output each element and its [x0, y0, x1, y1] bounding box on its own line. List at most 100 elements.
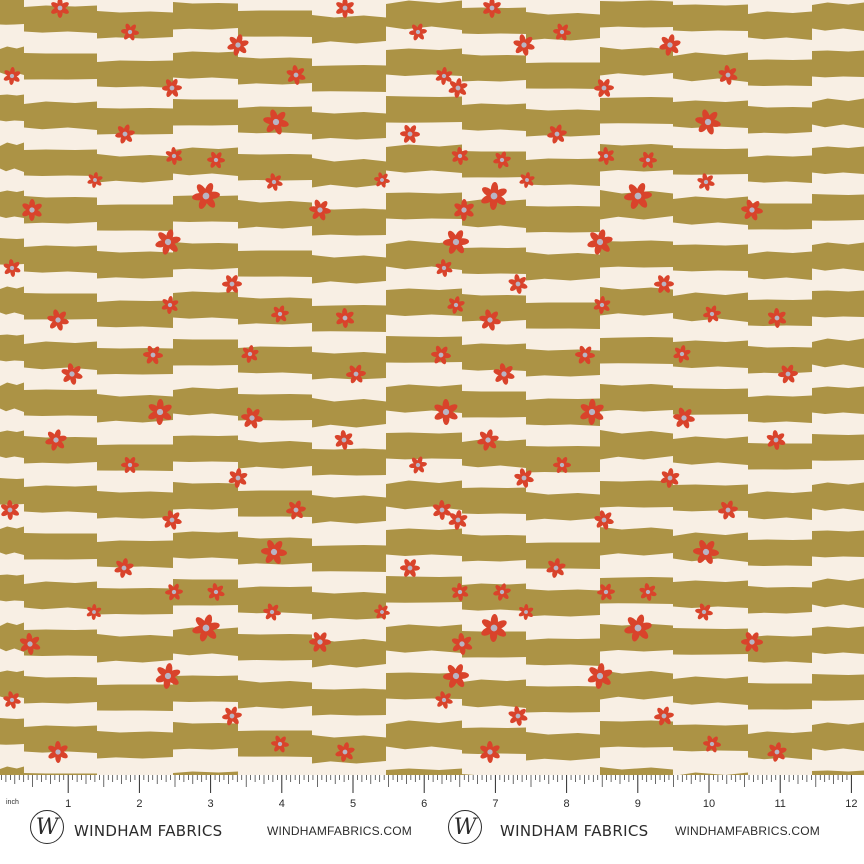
stripe-block: [312, 688, 386, 716]
ruler-number: 2: [136, 798, 143, 810]
stripe-block: [97, 588, 173, 615]
stripe-block: [173, 435, 238, 462]
stripe-block: [24, 341, 97, 370]
stripe-block: [173, 291, 238, 319]
stripe-block: [97, 731, 173, 759]
stripe-block: [600, 97, 673, 124]
stripe-block: [526, 252, 600, 281]
stripe-block: [386, 96, 462, 123]
stripe-block: [173, 242, 238, 270]
stripe-block: [238, 10, 312, 37]
stripe-block: [0, 622, 24, 652]
stripe-block: [462, 54, 526, 82]
stripe-block: [462, 679, 526, 708]
stripe-block: [600, 240, 673, 268]
stripe-block: [673, 388, 748, 415]
stripe-block: [386, 336, 462, 363]
stripe-block: [673, 580, 748, 608]
stripe-block: [462, 343, 526, 371]
stripe-block: [24, 676, 97, 704]
stripe-block: [748, 59, 812, 86]
stripe-block: [386, 528, 462, 556]
stripe-block: [0, 286, 24, 315]
ruler-number: 10: [702, 798, 716, 810]
stripe-block: [386, 192, 462, 220]
ruler-number: 6: [421, 798, 428, 810]
stripe-flower-pattern: [0, 0, 864, 775]
stripe-block: [97, 348, 173, 375]
stripe-block: [386, 0, 462, 30]
stripe-block: [812, 530, 864, 558]
stripe-block: [238, 680, 312, 709]
stripe-block: [312, 545, 386, 572]
ruler-number: 5: [349, 798, 357, 810]
stripe-block: [173, 579, 238, 606]
stripe-block: [97, 204, 173, 231]
stripe-block: [462, 391, 526, 418]
stripe-block: [526, 589, 600, 617]
ruler-number: 7: [492, 798, 499, 810]
stripe-block: [673, 148, 748, 175]
stripe-block: [173, 2, 238, 30]
brand-name: WINDHAM FABRICS: [500, 822, 649, 840]
stripe-block: [812, 626, 864, 654]
stripe-block: [0, 94, 24, 122]
ruler-number: 12: [845, 798, 858, 810]
stripe-block: [812, 386, 864, 414]
stripe-block: [673, 244, 748, 272]
stripe-block: [312, 592, 386, 620]
stripe-block: [0, 190, 24, 218]
stripe-block: [748, 586, 812, 614]
stripe-block: [97, 154, 173, 183]
stripe-block: [812, 338, 864, 368]
stripe-block: [748, 346, 812, 374]
stripe-block: [748, 11, 812, 40]
stripe-block: [312, 448, 386, 476]
ruler-number: 11: [774, 798, 786, 810]
stripe-block: [0, 526, 24, 555]
stripe-block: [0, 478, 24, 505]
stripe-block: [24, 389, 97, 416]
stripe-block: [97, 108, 173, 135]
stripe-block: [526, 686, 600, 713]
stripe-block: [812, 722, 864, 751]
ruler-number: 8: [563, 798, 570, 810]
stripe-block: [673, 676, 748, 705]
stripe-block: [462, 103, 526, 131]
stripe-block: [748, 106, 812, 134]
brand-url: WINDHAMFABRICS.COM: [675, 824, 820, 838]
stripe-block: [173, 675, 238, 702]
stripe-block: [238, 634, 312, 661]
stripe-block: [97, 491, 173, 519]
stripe-block: [526, 62, 600, 89]
stripe-block: [386, 432, 462, 460]
stripe-block: [526, 492, 600, 521]
flower-center: [342, 5, 348, 11]
stripe-block: [526, 302, 600, 329]
stripe-block: [173, 51, 238, 79]
windham-w-logo-icon: W: [30, 810, 64, 844]
stripe-block: [238, 440, 312, 469]
stripe-block: [0, 430, 24, 458]
stripe-block: [600, 384, 673, 412]
stripe-block: [526, 158, 600, 186]
stripe-block: [812, 2, 864, 31]
stripe-block: [812, 242, 864, 271]
stripe-block: [173, 99, 238, 126]
ruler-number: 3: [207, 798, 214, 810]
stripe-block: [24, 581, 97, 610]
stripe-block: [173, 722, 238, 750]
stripe-block: [97, 251, 173, 279]
stripe-block: [173, 531, 238, 559]
stripe-block: [312, 158, 386, 188]
stripe-block: [748, 443, 812, 470]
stripe-block: [462, 583, 526, 611]
windham-w-logo-icon: W: [448, 810, 482, 844]
stripe-block: [97, 540, 173, 568]
stripe-block: [24, 485, 97, 513]
stripe-block: [600, 670, 673, 700]
stripe-block: [526, 206, 600, 233]
stripe-block: [462, 534, 526, 562]
stripe-block: [748, 251, 812, 280]
ruler-number: 4: [278, 798, 285, 810]
